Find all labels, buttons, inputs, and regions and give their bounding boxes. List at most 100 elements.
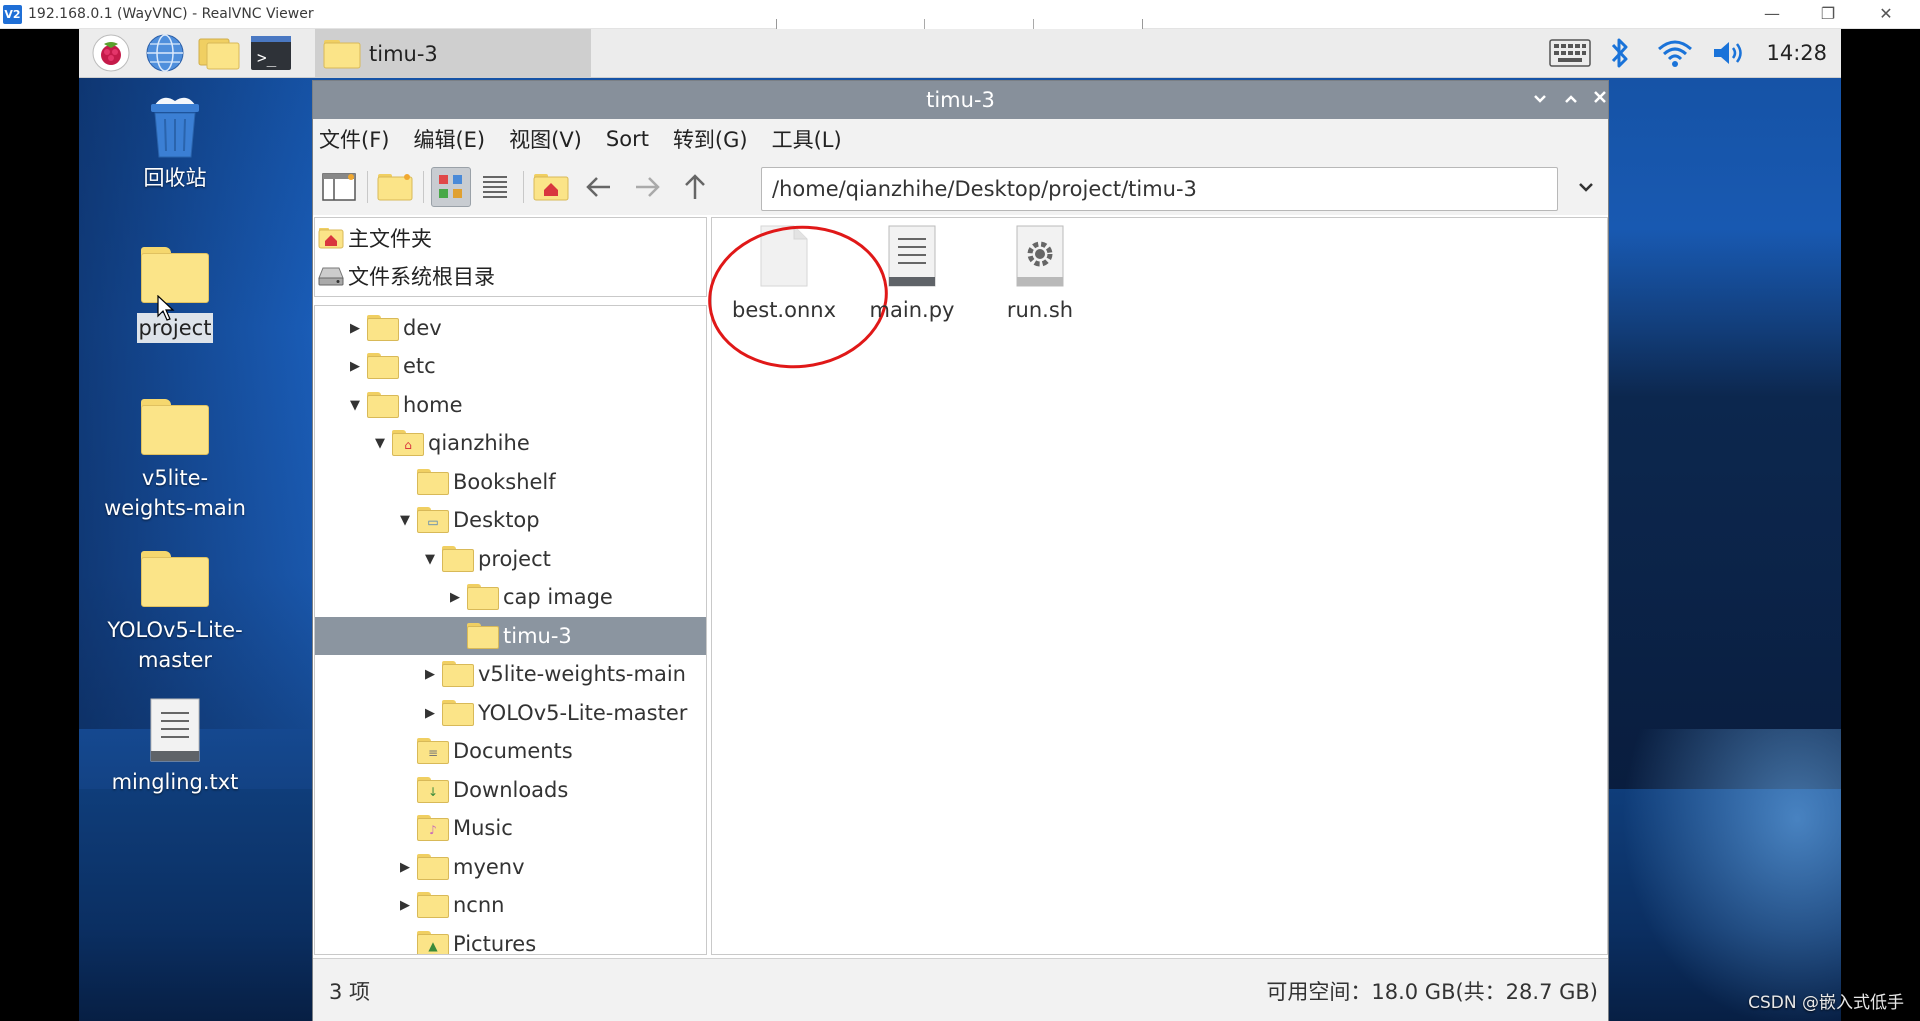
menu-file[interactable]: 文件(F) [319,124,389,154]
new-window-button[interactable] [319,167,359,207]
folder-icon [141,247,209,303]
tree-item-home[interactable]: ▼ home [315,386,706,424]
back-button[interactable] [579,167,619,207]
window-minimize-button[interactable] [1528,87,1552,111]
place-label: 主文件夹 [348,227,432,251]
collapse-arrow-icon[interactable]: ▼ [370,433,390,453]
menu-go[interactable]: 转到(G) [673,124,748,154]
tree-item-documents[interactable]: ≡ Documents [315,732,706,770]
file-best-onnx[interactable]: best.onnx [701,216,895,378]
raspberry-menu-button[interactable] [89,33,133,73]
file-main-py[interactable]: main.py [852,224,972,322]
menu-edit[interactable]: 编辑(E) [413,124,485,154]
vnc-window-title: 192.168.0.1 (WayVNC) - RealVNC Viewer [28,6,314,22]
collapse-arrow-icon[interactable]: ▼ [345,395,365,415]
tree-item-music[interactable]: ♪ Music [315,809,706,847]
tree-item-label: project [478,547,551,571]
tree-item-label: etc [403,354,436,378]
bluetooth-button[interactable] [1603,35,1637,71]
tree-item-label: Bookshelf [453,470,556,494]
tree-item-bookshelf[interactable]: Bookshelf [315,463,706,501]
vnc-close-button[interactable]: ✕ [1866,2,1906,26]
place-home-folder[interactable]: 主文件夹 [318,220,432,256]
collapse-arrow-icon[interactable]: ▼ [420,549,440,569]
window-title: timu-3 [926,88,995,112]
file-label: main.py [869,298,955,322]
folder-icon [141,399,209,455]
file-manager-window: timu-3 文件(F) 编辑(E) 视图(V) Sort 转到(G) 工具(L… [312,80,1609,1021]
expand-arrow-icon[interactable]: ▶ [395,857,415,877]
menu-view[interactable]: 视图(V) [509,124,582,154]
vnc-restore-button[interactable]: ❐ [1808,2,1848,26]
menu-sort[interactable]: Sort [606,127,649,151]
clock[interactable]: 14:28 [1766,41,1827,65]
forward-button[interactable] [627,167,667,207]
place-filesystem-root[interactable]: 文件系统根目录 [318,258,495,294]
desktop-icon-mingling-txt[interactable]: mingling.txt [90,697,260,797]
wifi-button[interactable] [1653,35,1697,71]
desktop-icon-trash[interactable]: 回收站 [90,91,260,193]
remote-desktop[interactable]: >_ timu-3 14:28 回收站 project v5lite-weigh… [79,29,1841,1021]
expand-arrow-icon[interactable]: ▶ [445,587,465,607]
menu-tools[interactable]: 工具(L) [772,124,842,154]
file-label: run.sh [1006,298,1074,322]
path-input[interactable] [761,167,1558,211]
tree-item-pictures[interactable]: ▲ Pictures [315,925,706,954]
expand-arrow-icon[interactable]: ▶ [395,895,415,915]
tree-item-desktop[interactable]: ▼ ▭ Desktop [315,501,706,539]
toolbar-separator [367,171,368,203]
home-button[interactable] [531,167,571,207]
tree-item-qianzhihe[interactable]: ▼ ⌂ qianzhihe [315,424,706,462]
list-view-button[interactable] [475,167,515,207]
tree-item-label: Documents [453,739,573,763]
volume-button[interactable] [1707,35,1751,71]
tree-item-cap-image[interactable]: ▶ cap image [315,578,706,616]
collapse-arrow-icon[interactable]: ▼ [395,510,415,530]
virtual-keyboard-button[interactable] [1547,35,1593,71]
desktop-icon-project[interactable]: project [90,247,260,343]
window-titlebar[interactable]: timu-3 [313,81,1608,119]
expand-arrow-icon[interactable]: ▶ [420,703,440,723]
expand-arrow-icon[interactable]: ▶ [345,318,365,338]
tree-item-dev[interactable]: ▶ dev [315,309,706,347]
folder-icon [417,469,449,495]
new-folder-button[interactable] [375,167,415,207]
file-run-sh[interactable]: run.sh [980,224,1100,322]
tree-item-timu-3[interactable]: timu-3 [315,617,706,655]
tree-item-myenv[interactable]: ▶ myenv [315,848,706,886]
terminal-button[interactable]: >_ [249,33,293,73]
tree-item-yolov5-lite-master[interactable]: ▶ YOLOv5-Lite-master [315,694,706,732]
tree-item-ncnn[interactable]: ▶ ncnn [315,886,706,924]
window-maximize-button[interactable] [1559,87,1583,111]
desktop-icon-v5lite-weights-main[interactable]: v5lite-weights-main [90,399,260,523]
home-folder-icon: ⌂ [392,430,424,456]
vnc-minimize-button[interactable]: — [1752,2,1792,26]
arrow-right-icon [636,177,660,197]
desktop-icon-label: v5lite-weights-main [104,466,246,520]
chevron-up-icon [1565,95,1577,103]
window-close-button[interactable] [1588,87,1612,111]
status-bar: 3 项 可用空间：18.0 GB(共：28.7 GB) [313,958,1608,1021]
expand-arrow-icon[interactable]: ▶ [420,664,440,684]
tree-item-v5lite-weights-main[interactable]: ▶ v5lite-weights-main [315,655,706,693]
expand-arrow-icon[interactable]: ▶ [345,356,365,376]
path-history-dropdown[interactable] [1571,173,1601,203]
item-count: 3 项 [329,980,371,1004]
new-window-icon [322,173,356,201]
taskbar-window-timu-3[interactable]: timu-3 [315,29,591,78]
tree-item-etc[interactable]: ▶ etc [315,347,706,385]
file-view[interactable]: best.onnx main.py run.sh [701,216,1608,955]
icon-view-button[interactable] [431,167,471,207]
desktop-icon-yolov5-lite-master[interactable]: YOLOv5-Lite-master [90,551,260,675]
tree-item-downloads[interactable]: ↓ Downloads [315,771,706,809]
folder-icon [467,584,499,610]
folder-icon [442,661,474,687]
toolbar-separator [523,171,524,203]
taskbar: >_ timu-3 14:28 [79,29,1841,78]
tree-item-project[interactable]: ▼ project [315,540,706,578]
up-button[interactable] [675,167,715,207]
file-manager-button[interactable] [197,33,241,73]
wallpaper-mountains [1581,229,1841,789]
browser-button[interactable] [143,33,187,73]
mouse-cursor-icon [157,295,175,321]
